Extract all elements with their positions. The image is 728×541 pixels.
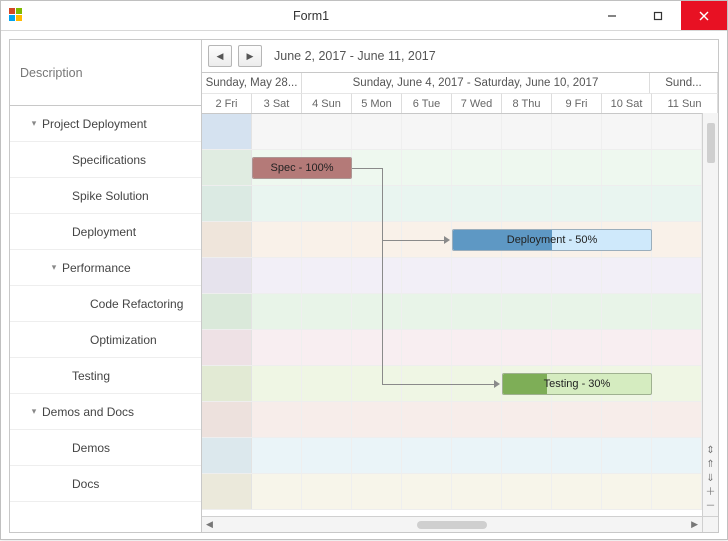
- app-icon: [9, 8, 25, 24]
- gantt-bar-spec[interactable]: Spec - 100%: [252, 157, 352, 179]
- tree-item-optimization[interactable]: Optimization: [10, 322, 201, 358]
- day-header[interactable]: 5 Mon: [352, 93, 402, 113]
- day-header[interactable]: 4 Sun: [302, 93, 352, 113]
- date-range-label: June 2, 2017 - June 11, 2017: [274, 49, 436, 63]
- minimize-button[interactable]: [589, 1, 635, 30]
- caret-down-icon: ▾: [28, 406, 40, 417]
- gantt-row[interactable]: Spec - 100%: [202, 150, 702, 186]
- tree-item-performance[interactable]: ▾Performance: [10, 250, 201, 286]
- day-header[interactable]: 10 Sat: [602, 93, 652, 113]
- gantt-row[interactable]: Testing - 30%: [202, 366, 702, 402]
- triangle-right-icon: ▶: [247, 51, 254, 62]
- tree-item-demos[interactable]: Demos: [10, 430, 201, 466]
- scrollbar-thumb[interactable]: [707, 123, 715, 163]
- triangle-left-icon[interactable]: ◀: [206, 519, 213, 530]
- zoom-in-icon[interactable]: ＋: [706, 488, 716, 498]
- horizontal-scrollbar[interactable]: ◀ ▶: [202, 516, 702, 532]
- tree-panel: Description ▾Project Deployment Specific…: [9, 39, 201, 533]
- tree-header: Description: [10, 40, 201, 106]
- date-group[interactable]: Sund...: [650, 73, 718, 93]
- scroll-up-icon[interactable]: ⇑: [706, 460, 714, 470]
- tree-item-spike-solution[interactable]: Spike Solution: [10, 178, 201, 214]
- window-title: Form1: [33, 9, 589, 23]
- tree-list: ▾Project Deployment Specifications Spike…: [10, 106, 201, 502]
- tree-item-code-refactoring[interactable]: Code Refactoring: [10, 286, 201, 322]
- next-button[interactable]: ▶: [238, 45, 262, 67]
- date-header: Sunday, May 28... Sunday, June 4, 2017 -…: [202, 72, 718, 114]
- day-header[interactable]: 6 Tue: [402, 93, 452, 113]
- triangle-left-icon: ◀: [217, 51, 224, 62]
- day-header[interactable]: 2 Fri: [202, 93, 252, 113]
- gantt-grid: Spec - 100% Deployment - 50% Testing - 3…: [202, 114, 702, 516]
- caret-down-icon: ▾: [48, 262, 60, 273]
- date-group[interactable]: Sunday, June 4, 2017 - Saturday, June 10…: [302, 73, 650, 93]
- gantt-row[interactable]: [202, 402, 702, 438]
- scroll-down-icon[interactable]: ⇓: [706, 474, 714, 484]
- gantt-bar-deployment[interactable]: Deployment - 50%: [452, 229, 652, 251]
- gantt-toolbar: ◀ ▶ June 2, 2017 - June 11, 2017: [202, 40, 718, 72]
- tree-item-docs[interactable]: Docs: [10, 466, 201, 502]
- tree-item-project-deployment[interactable]: ▾Project Deployment: [10, 106, 201, 142]
- date-group[interactable]: Sunday, May 28...: [202, 73, 302, 93]
- gantt-row[interactable]: [202, 258, 702, 294]
- day-header[interactable]: 8 Thu: [502, 93, 552, 113]
- scrollbar-thumb[interactable]: [417, 521, 487, 529]
- gantt-row[interactable]: [202, 330, 702, 366]
- gantt-row[interactable]: [202, 438, 702, 474]
- zoom-out-icon[interactable]: －: [706, 502, 716, 512]
- day-header[interactable]: 7 Wed: [452, 93, 502, 113]
- triangle-right-icon[interactable]: ▶: [691, 519, 698, 530]
- day-header[interactable]: 11 Sun: [652, 93, 718, 113]
- tree-item-specifications[interactable]: Specifications: [10, 142, 201, 178]
- tree-item-testing[interactable]: Testing: [10, 358, 201, 394]
- maximize-button[interactable]: [635, 1, 681, 30]
- day-header[interactable]: 9 Fri: [552, 93, 602, 113]
- caret-down-icon: ▾: [28, 118, 40, 129]
- collapse-rows-icon[interactable]: ⇕: [706, 446, 714, 456]
- prev-button[interactable]: ◀: [208, 45, 232, 67]
- day-header[interactable]: 3 Sat: [252, 93, 302, 113]
- titlebar: Form1: [1, 1, 727, 31]
- gantt-row[interactable]: Deployment - 50%: [202, 222, 702, 258]
- gantt-row[interactable]: [202, 294, 702, 330]
- scrollbar-corner: [702, 516, 718, 532]
- vertical-scrollbar[interactable]: ⇕ ⇑ ⇓ ＋ －: [702, 113, 718, 516]
- gantt-panel: ◀ ▶ June 2, 2017 - June 11, 2017 Sunday,…: [201, 39, 719, 533]
- tree-item-deployment[interactable]: Deployment: [10, 214, 201, 250]
- gantt-row[interactable]: [202, 474, 702, 510]
- gantt-bar-testing[interactable]: Testing - 30%: [502, 373, 652, 395]
- tree-item-demos-and-docs[interactable]: ▾Demos and Docs: [10, 394, 201, 430]
- gantt-row[interactable]: [202, 186, 702, 222]
- gantt-row[interactable]: [202, 114, 702, 150]
- close-button[interactable]: [681, 1, 727, 30]
